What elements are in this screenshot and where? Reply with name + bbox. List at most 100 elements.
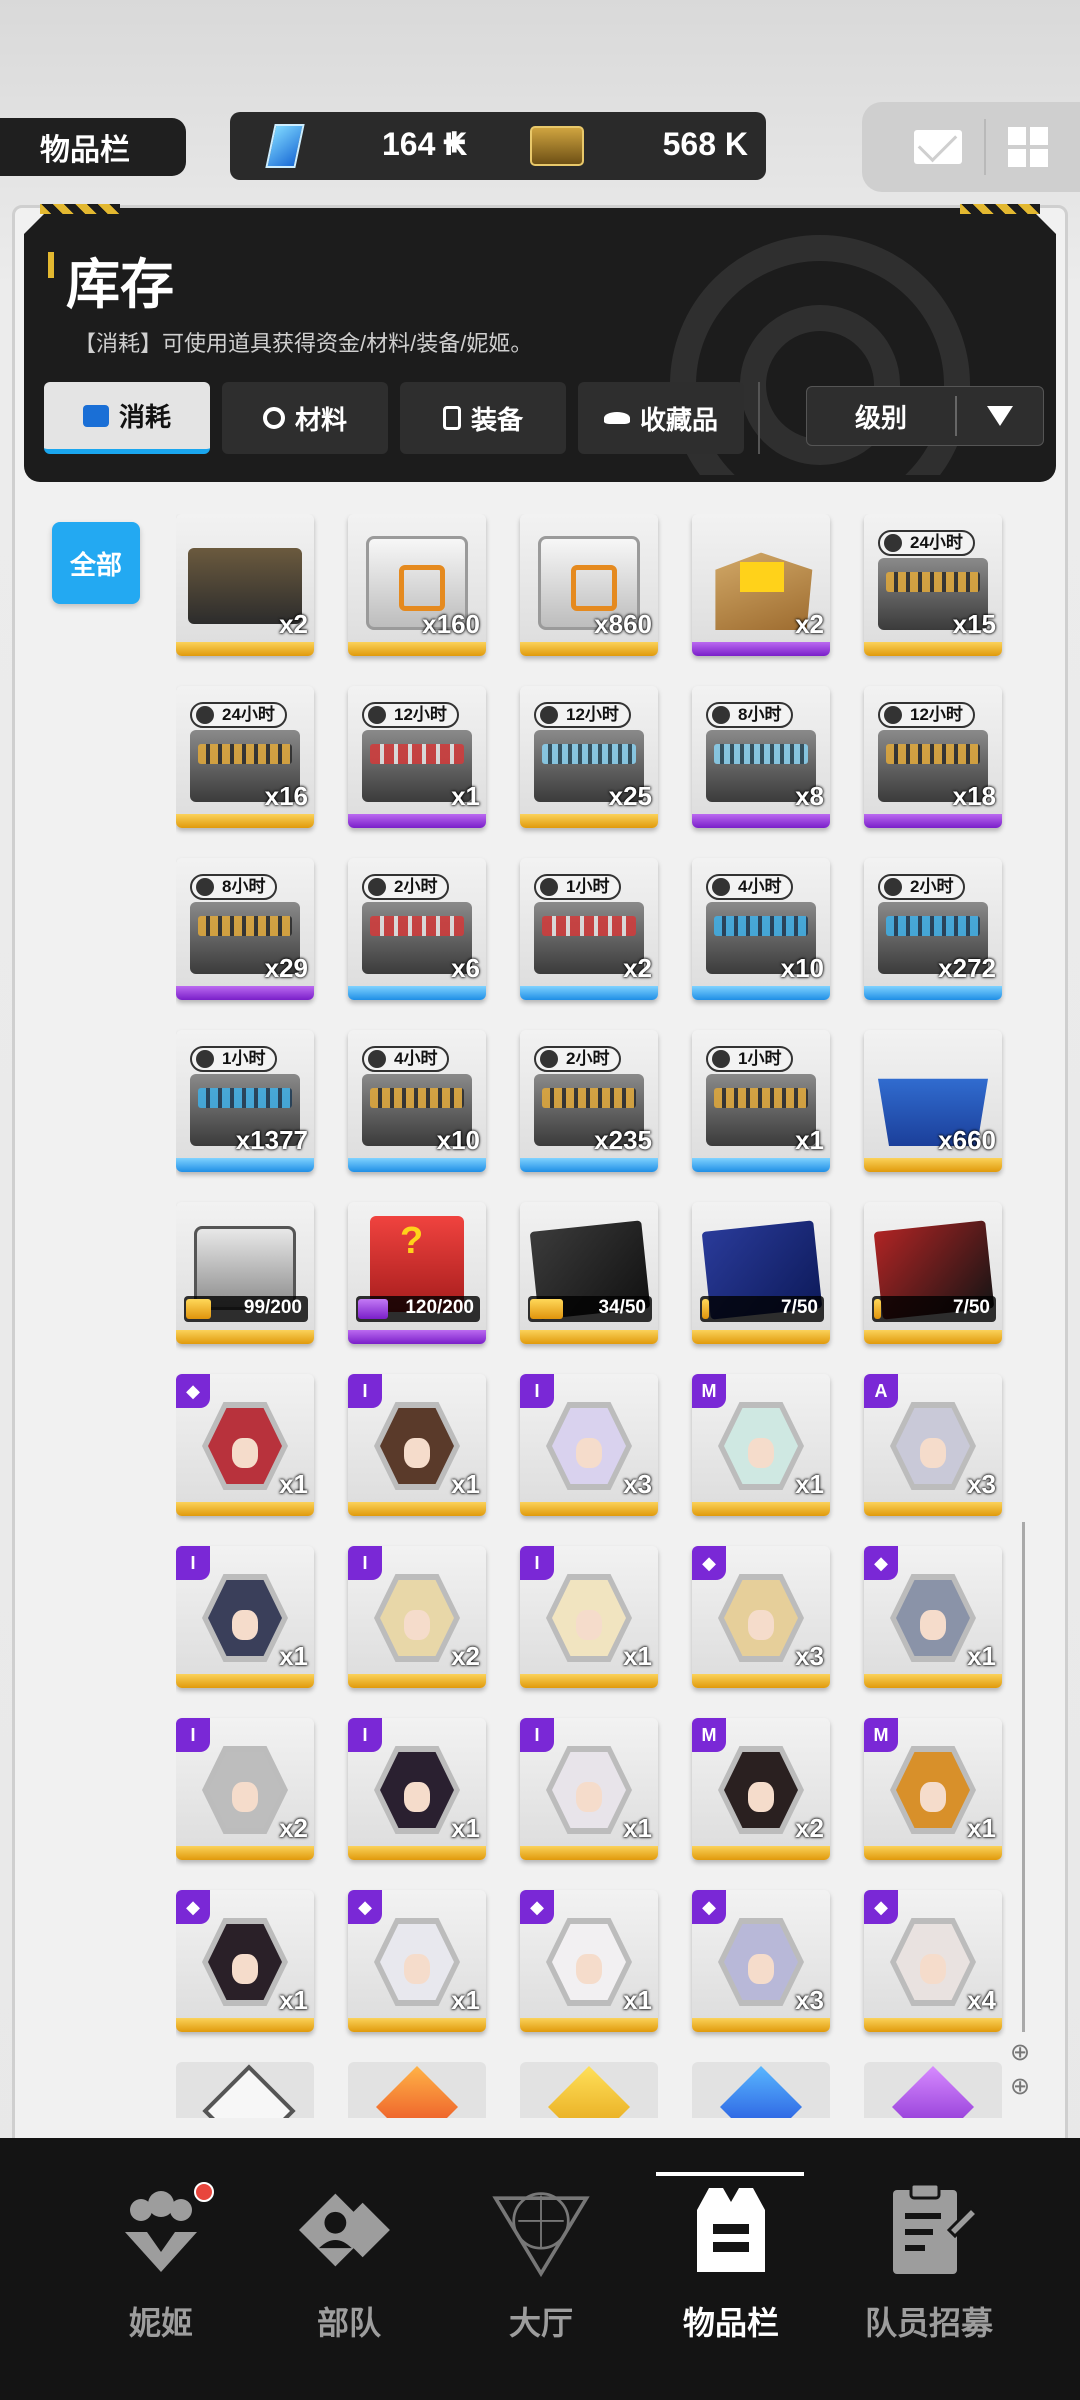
inventory-item[interactable]: ◆ x1: [864, 1546, 1002, 1688]
nav-inventory[interactable]: 物品栏: [646, 2180, 816, 2370]
item-quantity: x1: [279, 1985, 308, 2015]
face-art: [404, 1438, 430, 1468]
class-badge: ◆: [692, 1546, 726, 1580]
tab-equipment[interactable]: 装备: [400, 382, 566, 454]
add-gem-button[interactable]: +: [442, 118, 467, 166]
rarity-bar: [520, 814, 658, 828]
item-quantity: x2: [279, 609, 308, 639]
inventory-item[interactable]: Mx1: [864, 1718, 1002, 1860]
inventory-item[interactable]: ◆ x1: [520, 1890, 658, 2032]
class-badge: A: [864, 1374, 898, 1408]
item-quantity: x29: [264, 953, 308, 983]
inventory-item[interactable]: ◆ x1: [348, 1890, 486, 2032]
inventory-item[interactable]: 12小时 x18: [864, 686, 1002, 828]
inventory-item[interactable]: x660: [864, 1030, 1002, 1172]
inventory-item[interactable]: 1小时 x1377: [176, 1030, 314, 1172]
inventory-item[interactable]: ◆ x4: [864, 1890, 1002, 2032]
inventory-item[interactable]: x2: [692, 514, 830, 656]
rarity-bar: [520, 2018, 658, 2032]
tab-material[interactable]: 材料: [222, 382, 388, 454]
inventory-item[interactable]: 4小时 x10: [348, 1030, 486, 1172]
rarity-bar: [348, 1674, 486, 1688]
inventory-item[interactable]: 12小时 x25: [520, 686, 658, 828]
nikke-portrait: [202, 1746, 288, 1834]
credit-count: 568 K: [662, 126, 748, 162]
mail-icon[interactable]: [914, 130, 962, 164]
inventory-item[interactable]: Ix1: [520, 1546, 658, 1688]
inventory-item[interactable]: 8小时 x29: [176, 858, 314, 1000]
inventory-item[interactable]: 2小时 x272: [864, 858, 1002, 1000]
rarity-bar: [692, 642, 830, 656]
tab-consumable[interactable]: 消耗: [44, 382, 210, 454]
hair-art: [380, 1752, 454, 1828]
inventory-item[interactable]: 12小时 x1: [348, 686, 486, 828]
rarity-bar: [348, 814, 486, 828]
inventory-item[interactable]: 99/200: [176, 1202, 314, 1344]
inventory-item[interactable]: [692, 2062, 830, 2118]
item-quantity: x1: [451, 1469, 480, 1499]
inventory-item[interactable]: Ix1: [348, 1374, 486, 1516]
inventory-item[interactable]: Ix3: [520, 1374, 658, 1516]
timer-badge: 8小时: [706, 702, 794, 728]
rarity-bar: [520, 1846, 658, 1860]
rarity-bar: [692, 986, 830, 1000]
nav-lobby[interactable]: 大厅: [456, 2180, 626, 2370]
nav-nikke[interactable]: 妮姬: [76, 2180, 246, 2370]
inventory-item[interactable]: 120/200: [348, 1202, 486, 1344]
inventory-item[interactable]: Ix2: [176, 1718, 314, 1860]
tab-label: 装备: [470, 404, 523, 435]
inventory-item[interactable]: ◆ x3: [692, 1890, 830, 2032]
inventory-item[interactable]: 7/50: [864, 1202, 1002, 1344]
inventory-item[interactable]: ◆ x1: [176, 1890, 314, 2032]
inventory-item[interactable]: ◆ x3: [692, 1546, 830, 1688]
grid-menu-icon[interactable]: [1008, 127, 1048, 167]
face-art: [404, 1610, 430, 1640]
rarity-bar: [520, 986, 658, 1000]
page-subtitle: 【消耗】可使用道具获得资金/材料/装备/妮姬。: [74, 331, 533, 356]
inventory-item[interactable]: Mx1: [692, 1374, 830, 1516]
nav-recruit[interactable]: 队员招募: [844, 2180, 1014, 2370]
item-quantity: x2: [795, 609, 824, 639]
inventory-item[interactable]: 34/50: [520, 1202, 658, 1344]
inventory-item[interactable]: Ix1: [520, 1718, 658, 1860]
inventory-item[interactable]: Mx2: [692, 1718, 830, 1860]
inventory-icon: [681, 2180, 781, 2280]
inventory-item[interactable]: x860: [520, 514, 658, 656]
inventory-item[interactable]: 1小时 x1: [692, 1030, 830, 1172]
sort-dropdown[interactable]: 级别: [806, 386, 1044, 446]
pin-icon: ⊕: [1010, 2039, 1031, 2066]
rarity-bar: [692, 814, 830, 828]
equipment-icon: [442, 406, 461, 430]
rarity-bar: [692, 1846, 830, 1860]
inventory-item[interactable]: Ax3: [864, 1374, 1002, 1516]
inventory-item[interactable]: 8小时 x8: [692, 686, 830, 828]
inventory-item[interactable]: 2小时 x235: [520, 1030, 658, 1172]
filter-all-button[interactable]: 全部: [52, 522, 140, 604]
progress-fill: [186, 1299, 211, 1319]
inventory-item[interactable]: 4小时 x10: [692, 858, 830, 1000]
class-badge: ◆: [520, 1890, 554, 1924]
hair-art: [896, 1752, 970, 1828]
tab-collectible[interactable]: 收藏品: [578, 382, 744, 454]
inventory-item[interactable]: 2小时 x6: [348, 858, 486, 1000]
inventory-item[interactable]: 7/50: [692, 1202, 830, 1344]
nav-squad[interactable]: 部队: [264, 2180, 434, 2370]
inventory-item[interactable]: x2: [176, 514, 314, 656]
inventory-item[interactable]: ◆ x1: [176, 1374, 314, 1516]
rarity-bar: [692, 1502, 830, 1516]
inventory-item[interactable]: [864, 2062, 1002, 2118]
inventory-item[interactable]: [176, 2062, 314, 2118]
inventory-item[interactable]: Ix2: [348, 1546, 486, 1688]
nikke-portrait: [202, 1574, 288, 1662]
inventory-item[interactable]: [348, 2062, 486, 2118]
inventory-item[interactable]: 24小时 x16: [176, 686, 314, 828]
rarity-bar: [348, 1158, 486, 1172]
item-quantity: x25: [608, 781, 652, 811]
scrollbar[interactable]: [1022, 1522, 1025, 2032]
inventory-item[interactable]: x160: [348, 514, 486, 656]
inventory-item[interactable]: 1小时 x2: [520, 858, 658, 1000]
inventory-item[interactable]: Ix1: [176, 1546, 314, 1688]
inventory-item[interactable]: Ix1: [348, 1718, 486, 1860]
inventory-item[interactable]: 24小时 x15: [864, 514, 1002, 656]
inventory-item[interactable]: [520, 2062, 658, 2118]
